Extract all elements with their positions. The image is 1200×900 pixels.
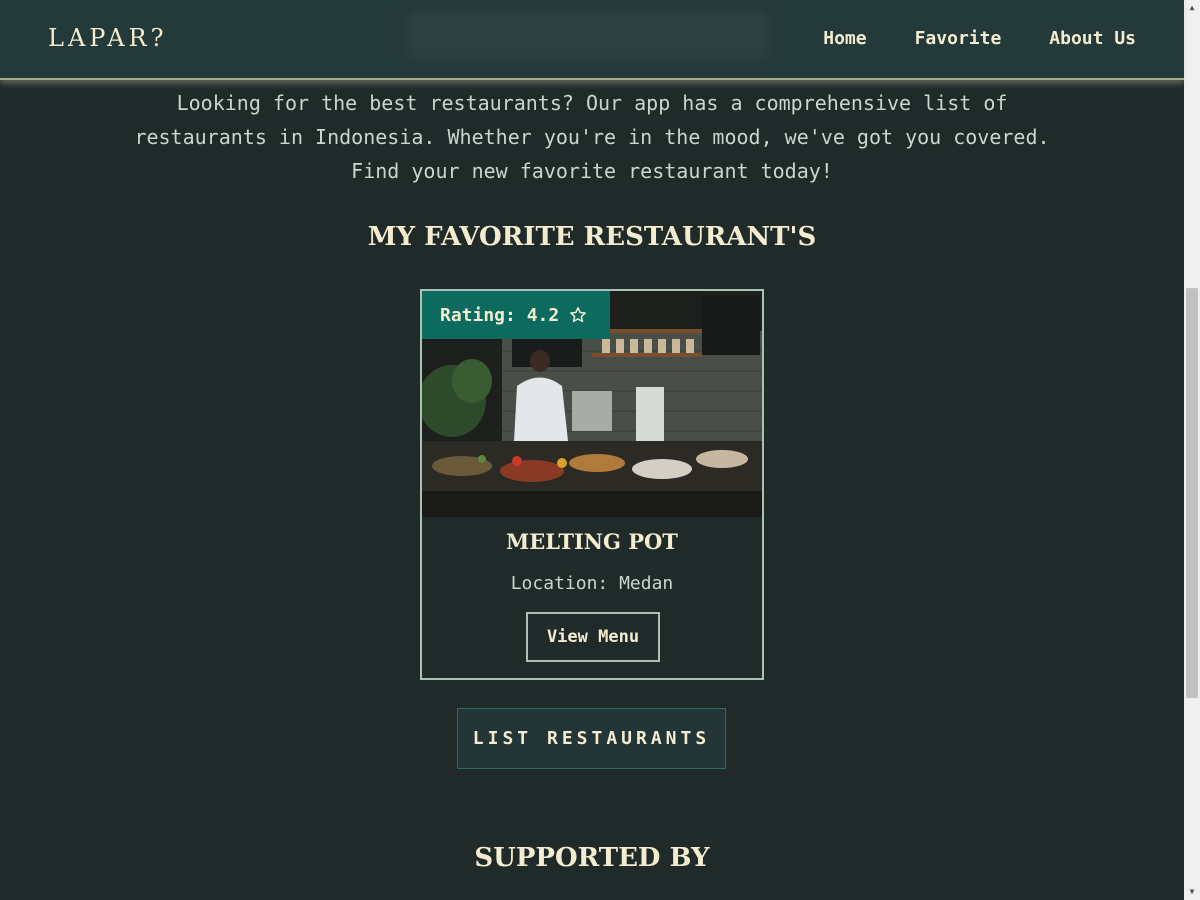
star-outline-icon — [570, 307, 587, 323]
nav-home-link[interactable]: Home — [823, 28, 866, 49]
restaurant-name: MELTING POT — [506, 529, 678, 554]
header-blurred-region — [408, 10, 768, 60]
scroll-down-arrow-icon[interactable]: ▼ — [1184, 884, 1200, 900]
rating-label: Rating: 4.2 — [440, 304, 560, 326]
page-scrollbar[interactable]: ▲ ▼ — [1184, 0, 1200, 900]
scroll-up-arrow-icon[interactable]: ▲ — [1184, 0, 1200, 16]
supported-by-title: SUPPORTED BY — [474, 843, 710, 873]
main-nav: Home Favorite About Us — [823, 28, 1136, 49]
restaurant-card: Rating: 4.2 MELTING POT Location: Medan … — [420, 289, 764, 680]
intro-text: Looking for the best restaurants? Our ap… — [134, 91, 1050, 183]
nav-about-link[interactable]: About Us — [1049, 28, 1136, 49]
view-menu-button[interactable]: View Menu — [526, 612, 660, 662]
scrollbar-thumb[interactable] — [1186, 288, 1198, 698]
list-restaurants-button[interactable]: LIST RESTAURANTS — [457, 708, 726, 769]
nav-favorite-link[interactable]: Favorite — [915, 28, 1002, 49]
rating-badge: Rating: 4.2 — [422, 291, 610, 339]
site-header: LAPAR? Home Favorite About Us — [0, 0, 1184, 80]
restaurant-location: Location: Medan — [510, 573, 674, 594]
site-logo[interactable]: LAPAR? — [48, 24, 167, 52]
favorites-title: MY FAVORITE RESTAURANT'S — [367, 222, 817, 252]
